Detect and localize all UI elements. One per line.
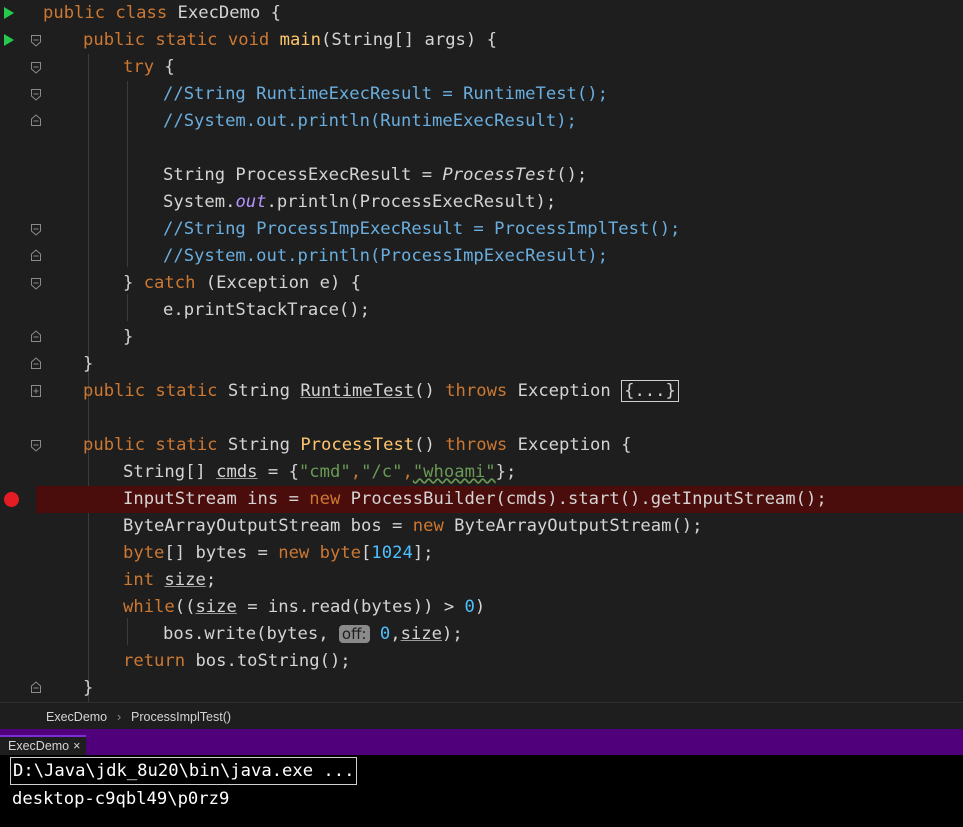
code-line-25: return bos.toString(); (123, 651, 351, 671)
run-tab-label: ExecDemo (8, 739, 70, 753)
fold-close-icon[interactable] (31, 249, 41, 261)
run-class-icon[interactable] (4, 7, 14, 19)
code-line-5: //System.out.println(RuntimeExecResult); (0, 108, 963, 135)
fold-open-icon[interactable] (31, 62, 41, 74)
parameter-hint: off: (338, 625, 370, 643)
code-line-3: try { (0, 54, 963, 81)
fold-expand-icon[interactable] (31, 385, 41, 397)
code-line-24: bos.write(bytes, off: 0,size); (163, 624, 463, 644)
code-line-1: public class ExecDemo { (0, 0, 963, 27)
folded-code-block[interactable]: {...} (621, 380, 679, 402)
code-line-11: } catch (Exception e) { (0, 270, 963, 297)
fold-close-icon[interactable] (31, 357, 41, 369)
code-line-20: ByteArrayOutputStream bos = new ByteArra… (123, 516, 703, 536)
code-line-14: } (0, 351, 963, 378)
close-icon[interactable]: × (73, 739, 80, 753)
code-line-2: public static void main(String[] args) { (0, 27, 963, 54)
run-tab-execdemo[interactable]: ExecDemo × (0, 735, 87, 755)
code-line-10: //System.out.println(ProcessImpExecResul… (0, 243, 963, 270)
run-console[interactable]: D:\Java\jdk_8u20\bin\java.exe ... deskto… (0, 755, 963, 827)
run-main-icon[interactable] (4, 34, 14, 46)
console-command-line[interactable]: D:\Java\jdk_8u20\bin\java.exe ... (10, 757, 358, 785)
fold-close-icon[interactable] (31, 681, 41, 693)
breadcrumb-item-class[interactable]: ExecDemo (46, 710, 107, 724)
fold-close-icon[interactable] (31, 114, 41, 126)
code-line-18: String[] cmds = {"cmd","/c","whoami"}; (123, 462, 517, 482)
breadcrumb: ExecDemo › ProcessImplTest() (0, 702, 963, 730)
fold-open-icon[interactable] (31, 89, 41, 101)
code-line-22: int size; (123, 570, 217, 590)
code-line-21: byte[] bytes = new byte[1024]; (123, 543, 434, 563)
fold-open-icon[interactable] (31, 224, 41, 236)
breadcrumb-separator-icon: › (117, 710, 122, 724)
breadcrumb-item-method[interactable]: ProcessImplTest() (131, 710, 231, 724)
code-line-19: InputStream ins = new ProcessBuilder(cmd… (0, 486, 963, 513)
fold-close-icon[interactable] (31, 330, 41, 342)
run-tool-window-tabbar: ExecDemo × (0, 729, 963, 755)
code-line-8: System.out.println(ProcessExecResult); (163, 192, 557, 212)
code-editor[interactable]: public class ExecDemo { public static vo… (0, 0, 963, 702)
code-line-23: while((size = ins.read(bytes)) > 0) (123, 597, 486, 617)
code-line-13: } (0, 324, 963, 351)
code-line-17: public static String ProcessTest() throw… (0, 432, 963, 459)
breakpoint-icon[interactable] (4, 492, 19, 507)
code-line-4: //String RuntimeExecResult = RuntimeTest… (0, 81, 963, 108)
code-line-26: } (0, 675, 963, 702)
code-line-9: //String ProcessImpExecResult = ProcessI… (0, 216, 963, 243)
code-line-12: e.printStackTrace(); (163, 300, 370, 320)
fold-open-icon[interactable] (31, 35, 41, 47)
code-line-15: public static String RuntimeTest() throw… (0, 378, 963, 405)
fold-open-icon[interactable] (31, 278, 41, 290)
console-output-line: desktop-c9qbl49\p0rz9 (12, 789, 230, 809)
code-line-7: String ProcessExecResult = ProcessTest()… (163, 165, 588, 185)
fold-open-icon[interactable] (31, 440, 41, 452)
